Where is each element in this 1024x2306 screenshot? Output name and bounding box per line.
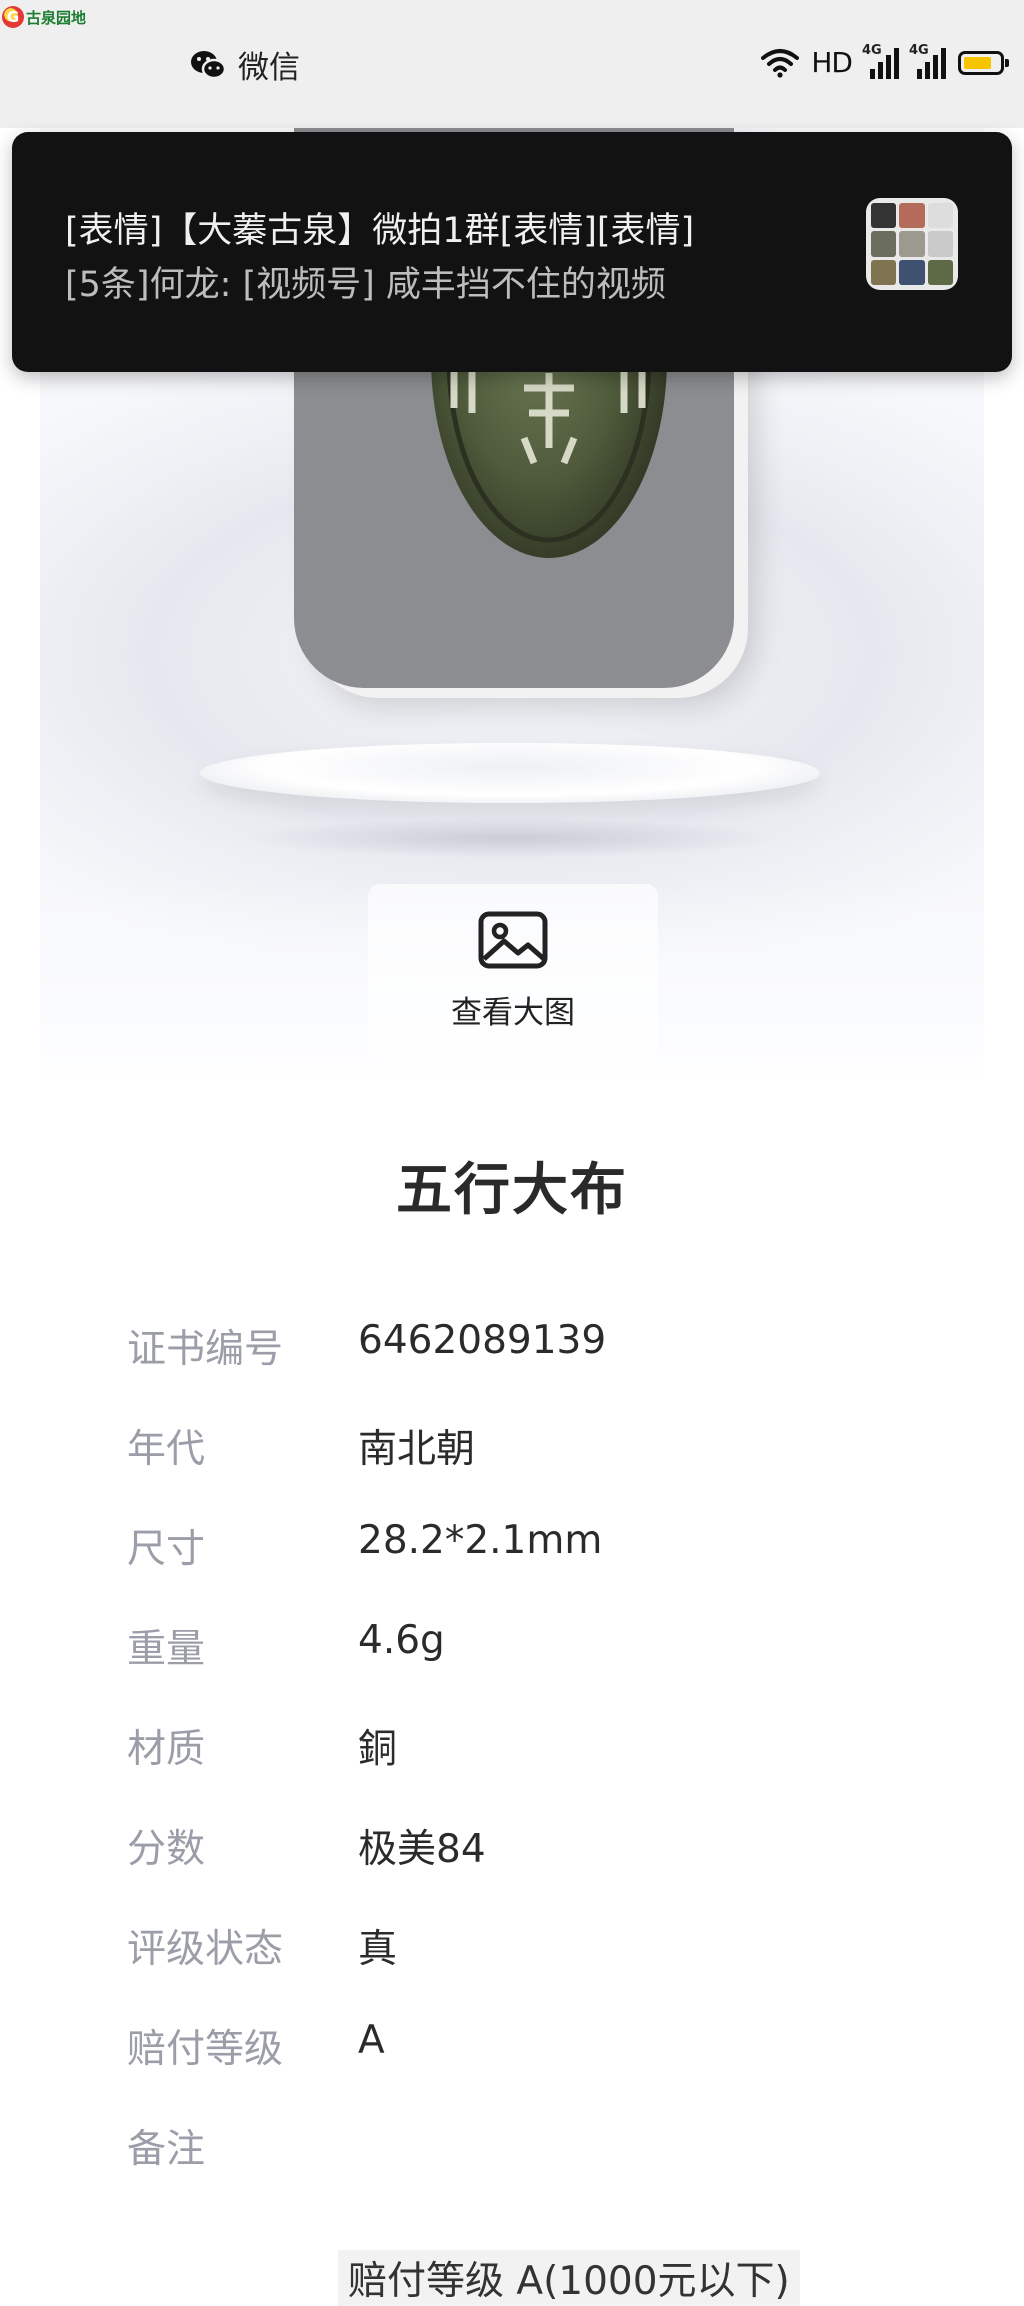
wechat-notification[interactable]: [表情]【大蓁古泉】微拍1群[表情][表情] [5条]何龙: [视频号] 咸丰挡… xyxy=(12,132,1012,372)
detail-value: 4.6g xyxy=(358,1618,445,1663)
item-details: 证书编号 6462089139 年代 南北朝 尺寸 28.2*2.1mm 重量 … xyxy=(127,1318,947,2218)
detail-row-grading-status: 评级状态 真 xyxy=(127,1918,947,2018)
detail-value: 6462089139 xyxy=(358,1318,607,1363)
status-bar: G 古泉园地 微信 HD 4G 4G xyxy=(0,0,1024,128)
view-large-image-label: 查看大图 xyxy=(451,995,575,1031)
watermark-logo: G 古泉园地 xyxy=(2,4,86,30)
detail-label: 年代 xyxy=(127,1427,206,1472)
detail-value: 极美84 xyxy=(358,1827,486,1872)
signal-icon: 4G xyxy=(862,43,899,79)
detail-row-remarks: 备注 xyxy=(127,2118,947,2218)
detail-value: 28.2*2.1mm xyxy=(358,1518,603,1563)
detail-label: 重量 xyxy=(127,1627,206,1672)
group-avatar xyxy=(866,198,958,290)
watermark-text: 古泉园地 xyxy=(26,8,87,27)
status-icons: HD 4G 4G xyxy=(761,43,1009,79)
wifi-icon xyxy=(761,48,800,78)
image-icon xyxy=(478,911,548,969)
compensation-note: 赔付等级 A(1000元以下) xyxy=(338,2250,800,2306)
detail-label: 分数 xyxy=(127,1827,206,1872)
detail-value: 銅 xyxy=(358,1727,398,1772)
signal-network-label: 4G xyxy=(862,42,882,58)
detail-label: 尺寸 xyxy=(127,1527,206,1572)
wechat-app-label: 微信 xyxy=(190,42,300,87)
app-name: 微信 xyxy=(238,50,300,86)
detail-label: 赔付等级 xyxy=(127,2027,284,2072)
detail-row-score: 分数 极美84 xyxy=(127,1818,947,1918)
wechat-icon xyxy=(191,50,226,79)
pedestal-shadow xyxy=(240,818,780,858)
detail-value: 真 xyxy=(358,1927,398,1972)
hd-indicator: HD xyxy=(811,46,853,79)
detail-label: 备注 xyxy=(127,2127,206,2172)
detail-label: 证书编号 xyxy=(127,1327,284,1372)
battery-icon xyxy=(958,50,1009,75)
battery-fill xyxy=(964,56,992,69)
notification-title: [表情]【大蓁古泉】微拍1群[表情][表情] xyxy=(65,211,695,251)
detail-row-material: 材质 銅 xyxy=(127,1718,947,1818)
watermark-icon: G xyxy=(2,6,24,28)
detail-label: 材质 xyxy=(127,1727,206,1772)
detail-row-weight: 重量 4.6g xyxy=(127,1618,947,1718)
detail-label: 评级状态 xyxy=(127,1927,284,1972)
detail-value: A xyxy=(358,2018,385,2063)
item-title: 五行大布 xyxy=(396,1158,628,1223)
detail-value: 南北朝 xyxy=(358,1427,476,1472)
notification-message: [5条]何龙: [视频号] 咸丰挡不住的视频 xyxy=(65,265,666,305)
detail-row-size: 尺寸 28.2*2.1mm xyxy=(127,1518,947,1618)
detail-row-compensation-level: 赔付等级 A xyxy=(127,2018,947,2118)
signal-icon-2: 4G xyxy=(909,43,946,79)
signal-network-label-2: 4G xyxy=(909,42,929,58)
pedestal xyxy=(200,743,820,803)
detail-row-era: 年代 南北朝 xyxy=(127,1418,947,1518)
view-large-image-button[interactable]: 查看大图 xyxy=(368,884,658,1059)
detail-row-cert-number: 证书编号 6462089139 xyxy=(127,1318,947,1418)
